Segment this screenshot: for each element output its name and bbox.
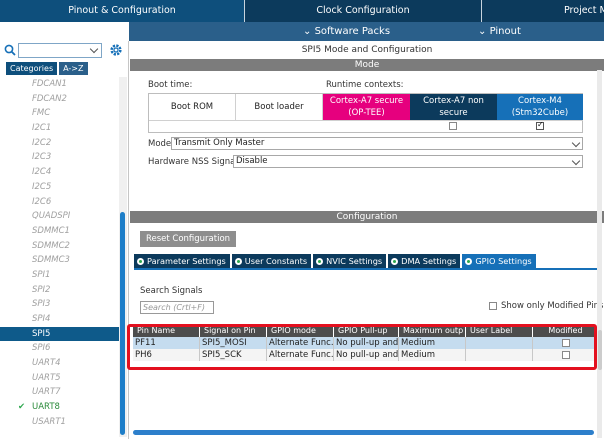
sub-toolbar: ⌄ Software Packs ⌄ Pinout (0, 22, 604, 41)
sidebar-item-spi3[interactable]: SPI3 (0, 297, 120, 312)
sidebar-item-sdmmc3[interactable]: SDMMC3 (0, 253, 120, 268)
nss-signal-select[interactable]: Disable (233, 155, 583, 168)
search-signals-input[interactable]: Search (Crtl+F) (140, 301, 214, 314)
tab-user-constants[interactable]: User Constants (231, 254, 312, 268)
chevron-down-icon (89, 44, 99, 54)
runtime-contexts-label: Runtime contexts: (326, 80, 404, 90)
peripheral-list: FDCAN1 FDCAN2 FMC I2C1 I2C2 I2C3 I2C4 I2… (0, 77, 120, 430)
boot-time-label: Boot time: (148, 80, 193, 90)
sidebar-item-uart4[interactable]: UART4 (0, 356, 120, 371)
software-packs-menu[interactable]: ⌄ Software Packs (303, 22, 390, 41)
boot-loader-header: Boot loader (236, 94, 323, 120)
horizontal-scrollbar[interactable] (133, 430, 594, 435)
search-signals-label: Search Signals (140, 286, 203, 296)
sidebar-item-usart1[interactable]: USART1 (0, 415, 120, 430)
pinout-menu[interactable]: ⌄ Pinout (478, 22, 521, 41)
sidebar-item-quadspi[interactable]: QUADSPI (0, 209, 120, 224)
cortex-a7-secure-header: Cortex-A7 secure (OP-TEE) (323, 94, 410, 120)
mode-section-header: Mode (130, 59, 604, 71)
sidebar-item-i2c3[interactable]: I2C3 (0, 150, 120, 165)
cortex-a7-nonsecure-checkbox[interactable] (449, 122, 457, 130)
sidebar-item-spi5[interactable]: SPI5 (0, 326, 120, 342)
sidebar-item-spi4[interactable]: SPI4 (0, 312, 120, 327)
sidebar-item-uart8[interactable]: ✔ UART8 (0, 400, 120, 415)
vertical-scrollbar-thumb[interactable] (598, 330, 602, 370)
sidebar-scrollbar-thumb[interactable] (120, 212, 125, 435)
tab-gpio-settings[interactable]: GPIO Settings (462, 254, 536, 268)
sidebar-item-spi1[interactable]: SPI1 (0, 268, 120, 283)
chevron-down-icon: ⌄ (478, 26, 487, 37)
tab-a-z[interactable]: A->Z (59, 62, 88, 75)
top-tab-bar: Pinout & Configuration Clock Configurati… (0, 0, 604, 22)
tab-parameter-settings[interactable]: Parameter Settings (134, 254, 230, 268)
mode-label: Mode (148, 139, 172, 149)
chevron-down-icon (571, 138, 581, 148)
boot-context-table: Boot ROM Boot loader Cortex-A7 secure (O… (148, 93, 583, 133)
show-modified-checkbox[interactable] (489, 302, 497, 310)
sidebar-item-sdmmc1[interactable]: SDMMC1 (0, 224, 120, 239)
reset-configuration-button[interactable]: Reset Configuration (140, 231, 236, 247)
sidebar-item-i2c5[interactable]: I2C5 (0, 180, 120, 195)
sidebar-item-sdmmc2[interactable]: SDMMC2 (0, 239, 120, 254)
mode-select[interactable]: Transmit Only Master (171, 137, 583, 150)
tab-dma-settings[interactable]: DMA Settings (388, 254, 461, 268)
sidebar-item-fdcan1[interactable]: FDCAN1 (0, 77, 120, 92)
check-circle-icon (391, 258, 399, 265)
check-circle-icon (465, 258, 473, 265)
nss-signal-label: Hardware NSS Signal (148, 157, 238, 167)
highlight-annotation-box (127, 324, 597, 370)
sidebar-item-spi6[interactable]: SPI6 (0, 341, 120, 356)
chevron-down-icon (571, 156, 581, 166)
sidebar-item-uart7[interactable]: UART7 (0, 385, 120, 400)
cortex-m4-header: Cortex-M4 (Stm32Cube) (497, 94, 583, 120)
vertical-scrollbar-track[interactable] (597, 70, 602, 438)
tab-categories[interactable]: Categories (6, 62, 58, 75)
search-icon (4, 44, 16, 56)
sidebar-item-uart5[interactable]: UART5 (0, 371, 120, 386)
tab-nvic-settings[interactable]: NVIC Settings (313, 254, 387, 268)
sidebar-item-fdcan2[interactable]: FDCAN2 (0, 92, 120, 107)
sidebar-item-fmc[interactable]: FMC (0, 106, 120, 121)
cortex-m4-checkbox[interactable] (536, 120, 544, 130)
cortex-a7-nonsecure-header: Cortex-A7 non secure (Linux) (410, 94, 497, 130)
sidebar-item-i2c2[interactable]: I2C2 (0, 136, 120, 151)
peripheral-search-input[interactable] (18, 43, 102, 58)
check-circle-icon (234, 258, 242, 265)
gear-icon[interactable] (109, 43, 123, 57)
tab-project-manager[interactable]: Project M (481, 0, 604, 22)
show-modified-label: Show only Modified Pins (501, 301, 604, 311)
sidebar-item-i2c1[interactable]: I2C1 (0, 121, 120, 136)
check-icon: ✔ (18, 402, 26, 413)
tab-clock-configuration[interactable]: Clock Configuration (244, 0, 481, 22)
sidebar-item-i2c6[interactable]: I2C6 (0, 195, 120, 210)
chevron-down-icon: ⌄ (303, 26, 312, 37)
tab-pinout-configuration[interactable]: Pinout & Configuration (0, 0, 244, 22)
sidebar-item-spi2[interactable]: SPI2 (0, 283, 120, 298)
boot-rom-header: Boot ROM (149, 94, 236, 120)
configuration-section-header: Configuration (130, 211, 604, 223)
check-circle-icon (316, 258, 324, 265)
settings-tab-bar: Parameter Settings User Constants NVIC S… (134, 254, 536, 268)
category-tabs: Categories A->Z (6, 62, 88, 75)
sidebar-item-i2c4[interactable]: I2C4 (0, 165, 120, 180)
check-circle-icon (137, 258, 144, 265)
page-title: SPI5 Mode and Configuration (301, 45, 433, 55)
